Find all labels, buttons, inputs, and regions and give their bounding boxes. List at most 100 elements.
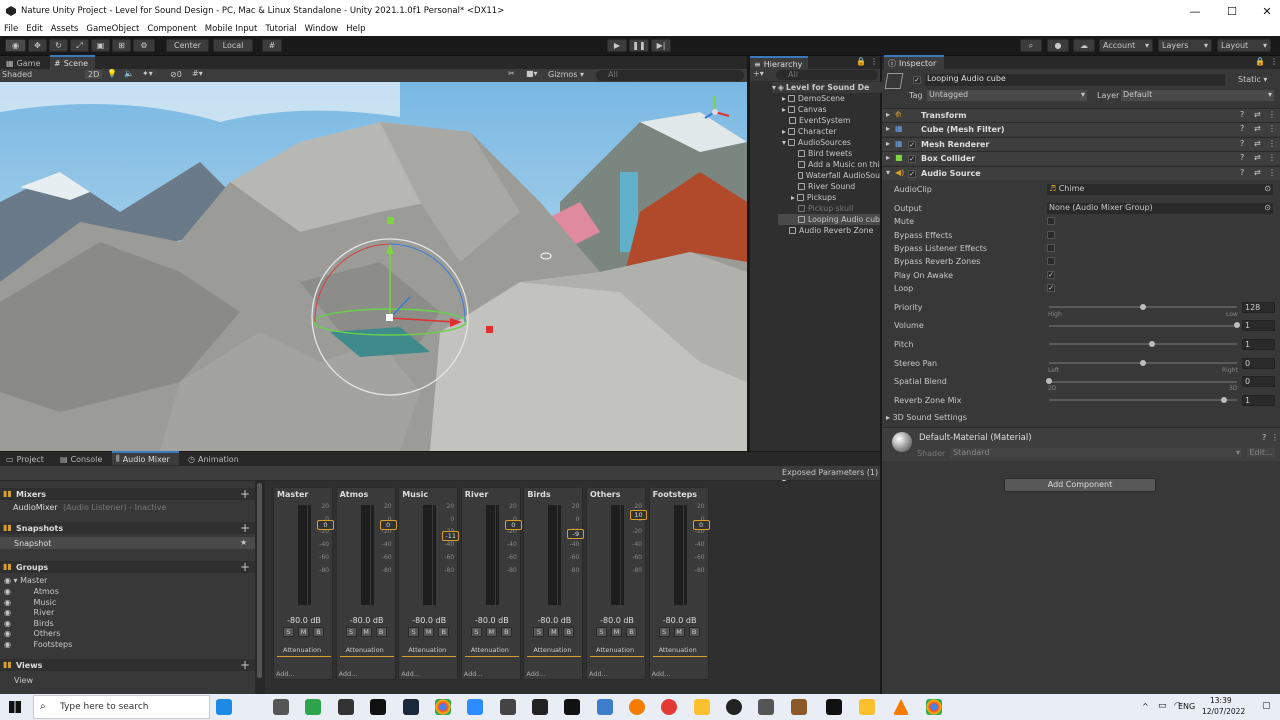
reverb-mix-slider-knob[interactable] — [1220, 397, 1227, 403]
menu-file[interactable]: File — [0, 24, 22, 34]
view-tool-button[interactable]: ◉ — [5, 39, 26, 52]
add-snapshot-button[interactable]: + — [240, 521, 250, 535]
attenuation-effect[interactable]: Attenuation — [339, 646, 394, 657]
tab-audio-mixer[interactable]: ⫼ Audio Mixer — [112, 451, 179, 465]
zoom-icon[interactable] — [467, 699, 483, 715]
tab-animation[interactable]: ◷ Animation — [184, 452, 243, 466]
tools-icon[interactable]: ✂ — [508, 69, 515, 78]
custom-tool-button[interactable]: ⚙ — [133, 39, 155, 52]
component-menu-icon[interactable]: ⋮ — [1268, 124, 1276, 133]
help-icon[interactable]: ? — [1262, 433, 1266, 442]
eye-icon[interactable]: ◉ — [4, 598, 11, 607]
menu-gameobject[interactable]: GameObject — [82, 24, 143, 34]
spatial-blend-slider-knob[interactable] — [1046, 378, 1052, 384]
lighting-icon[interactable]: 💡 — [107, 69, 117, 78]
eye-icon[interactable]: ◉ — [4, 576, 11, 585]
edge-app-icon[interactable] — [216, 699, 232, 715]
account-dropdown[interactable]: Account ▾ — [1099, 39, 1153, 52]
group-item-music[interactable]: ◉ Music — [4, 598, 56, 607]
app-icon[interactable] — [791, 699, 807, 715]
app-icon[interactable] — [859, 699, 875, 715]
app-icon[interactable] — [694, 699, 710, 715]
pitch-value-field[interactable]: 1 — [1242, 339, 1275, 350]
live-app-icon[interactable] — [564, 699, 580, 715]
mute-button[interactable]: M — [611, 627, 622, 637]
app-icon[interactable] — [758, 699, 774, 715]
app-icon[interactable] — [370, 699, 386, 715]
mute-button[interactable]: M — [360, 627, 372, 637]
add-effect-button[interactable]: Add... — [589, 670, 608, 678]
mixer-strip-music[interactable]: Music 200-20-40-60-80 -11 -80.0 dB S M B… — [398, 487, 460, 680]
object-name-field[interactable]: Looping Audio cube — [925, 74, 1225, 86]
priority-value-field[interactable]: 128 — [1242, 302, 1275, 313]
component-enabled-checkbox[interactable]: ✓ — [908, 170, 916, 178]
add-group-button[interactable]: + — [240, 560, 250, 574]
steam-icon[interactable] — [403, 699, 419, 715]
component-menu-icon[interactable]: ⋮ — [1268, 153, 1276, 162]
mixer-strip-birds[interactable]: Birds 200-20-40-60-80 -9 -80.0 dB S M B … — [523, 487, 585, 680]
menu-edit[interactable]: Edit — [22, 24, 46, 34]
audioclip-field[interactable]: ♬ Chime ⊙ — [1047, 184, 1273, 195]
tab-hierarchy[interactable]: ≡ Hierarchy — [750, 56, 808, 70]
hierarchy-search-input[interactable]: All — [776, 70, 878, 80]
gizmos-dropdown[interactable]: Gizmos ▾ — [548, 70, 584, 79]
transform-tool-button[interactable]: ⊞ — [112, 39, 131, 52]
menu-window[interactable]: Window — [301, 24, 343, 34]
menu-component[interactable]: Component — [143, 24, 200, 34]
bypass-button[interactable]: B — [563, 627, 575, 637]
scene-view[interactable] — [0, 82, 747, 451]
grid-toggle-icon[interactable]: #▾ — [192, 69, 203, 78]
app-icon[interactable] — [532, 699, 548, 715]
component-audio-source[interactable]: ▾ ◀) ✓ Audio Source ? ⇄ ⋮ — [882, 166, 1280, 180]
app-icon[interactable] — [338, 699, 354, 715]
hierarchy-item-add-music[interactable]: Add a Music on thi — [798, 159, 880, 170]
volume-fader-handle[interactable]: 0 — [317, 520, 334, 530]
audio-toggle-icon[interactable]: 🔈 — [124, 69, 134, 78]
pivot-local-button[interactable]: Local — [213, 39, 253, 52]
camera-icon[interactable]: ■▾ — [526, 69, 538, 78]
add-view-button[interactable]: + — [240, 658, 250, 672]
maximize-button[interactable]: ☐ — [1215, 0, 1249, 22]
search-button[interactable]: ⌕ — [1020, 39, 1042, 52]
component-menu-icon[interactable]: ⋮ — [1268, 168, 1276, 177]
group-item-footsteps[interactable]: ◉ Footsteps — [4, 640, 72, 649]
layout-dropdown[interactable]: Layout ▾ — [1217, 39, 1271, 52]
attenuation-effect[interactable]: Attenuation — [402, 646, 457, 657]
preset-icon[interactable]: ⇄ — [1254, 110, 1261, 119]
sound3d-settings-foldout[interactable]: ▸ 3D Sound Settings — [886, 413, 967, 422]
mixer-strip-atmos[interactable]: Atmos 200-20-40-60-80 0 -80.0 dB S M B A… — [335, 487, 397, 680]
stereo-pan-value-field[interactable]: 0 — [1242, 358, 1275, 369]
mixer-strip-others[interactable]: Others 200-20-40-60-80 10 -80.0 dB S M B… — [586, 487, 647, 680]
stereo-pan-slider-knob[interactable] — [1140, 360, 1146, 366]
unity-app-icon[interactable] — [826, 699, 842, 715]
layers-dropdown[interactable]: Layers ▾ — [1158, 39, 1212, 52]
bypass-reverb-checkbox[interactable] — [1047, 257, 1055, 265]
volume-fader-handle[interactable]: -11 — [442, 531, 460, 541]
volume-fader-handle[interactable]: -9 — [567, 529, 585, 539]
scene-search-input[interactable]: All — [596, 70, 744, 81]
spatial-blend-value-field[interactable]: 0 — [1242, 376, 1275, 387]
mixer-strip-river[interactable]: River 200-20-40-60-80 0 -80.0 dB S M B A… — [460, 487, 522, 680]
attenuation-effect[interactable]: Attenuation — [464, 646, 519, 657]
app-icon[interactable] — [500, 699, 516, 715]
rotate-tool-button[interactable]: ↻ — [49, 39, 68, 52]
volume-value-field[interactable]: 1 — [1242, 320, 1275, 331]
mute-button[interactable]: M — [548, 627, 560, 637]
step-button[interactable]: ▶| — [651, 39, 671, 52]
mute-button[interactable]: M — [423, 627, 435, 637]
tag-dropdown[interactable]: Untagged ▾ — [927, 90, 1087, 101]
component-enabled-checkbox[interactable]: ✓ — [908, 155, 916, 163]
reverb-mix-slider-track[interactable] — [1049, 399, 1237, 401]
effects-icon[interactable]: ✦▾ — [142, 69, 153, 78]
panel-menu-icon[interactable]: ⋮ — [1270, 57, 1278, 66]
solo-button[interactable]: S — [533, 627, 545, 637]
solo-button[interactable]: S — [283, 627, 294, 637]
play-on-awake-checkbox[interactable]: ✓ — [1047, 271, 1055, 279]
minimize-button[interactable]: — — [1178, 0, 1212, 22]
object-active-checkbox[interactable]: ✓ — [913, 76, 921, 84]
solo-button[interactable]: S — [658, 627, 670, 637]
app-icon[interactable] — [273, 699, 289, 715]
snapshot-item[interactable]: Snapshot ★ — [0, 537, 255, 549]
sidebar-scrollbar[interactable] — [257, 483, 262, 678]
solo-button[interactable]: S — [345, 627, 357, 637]
